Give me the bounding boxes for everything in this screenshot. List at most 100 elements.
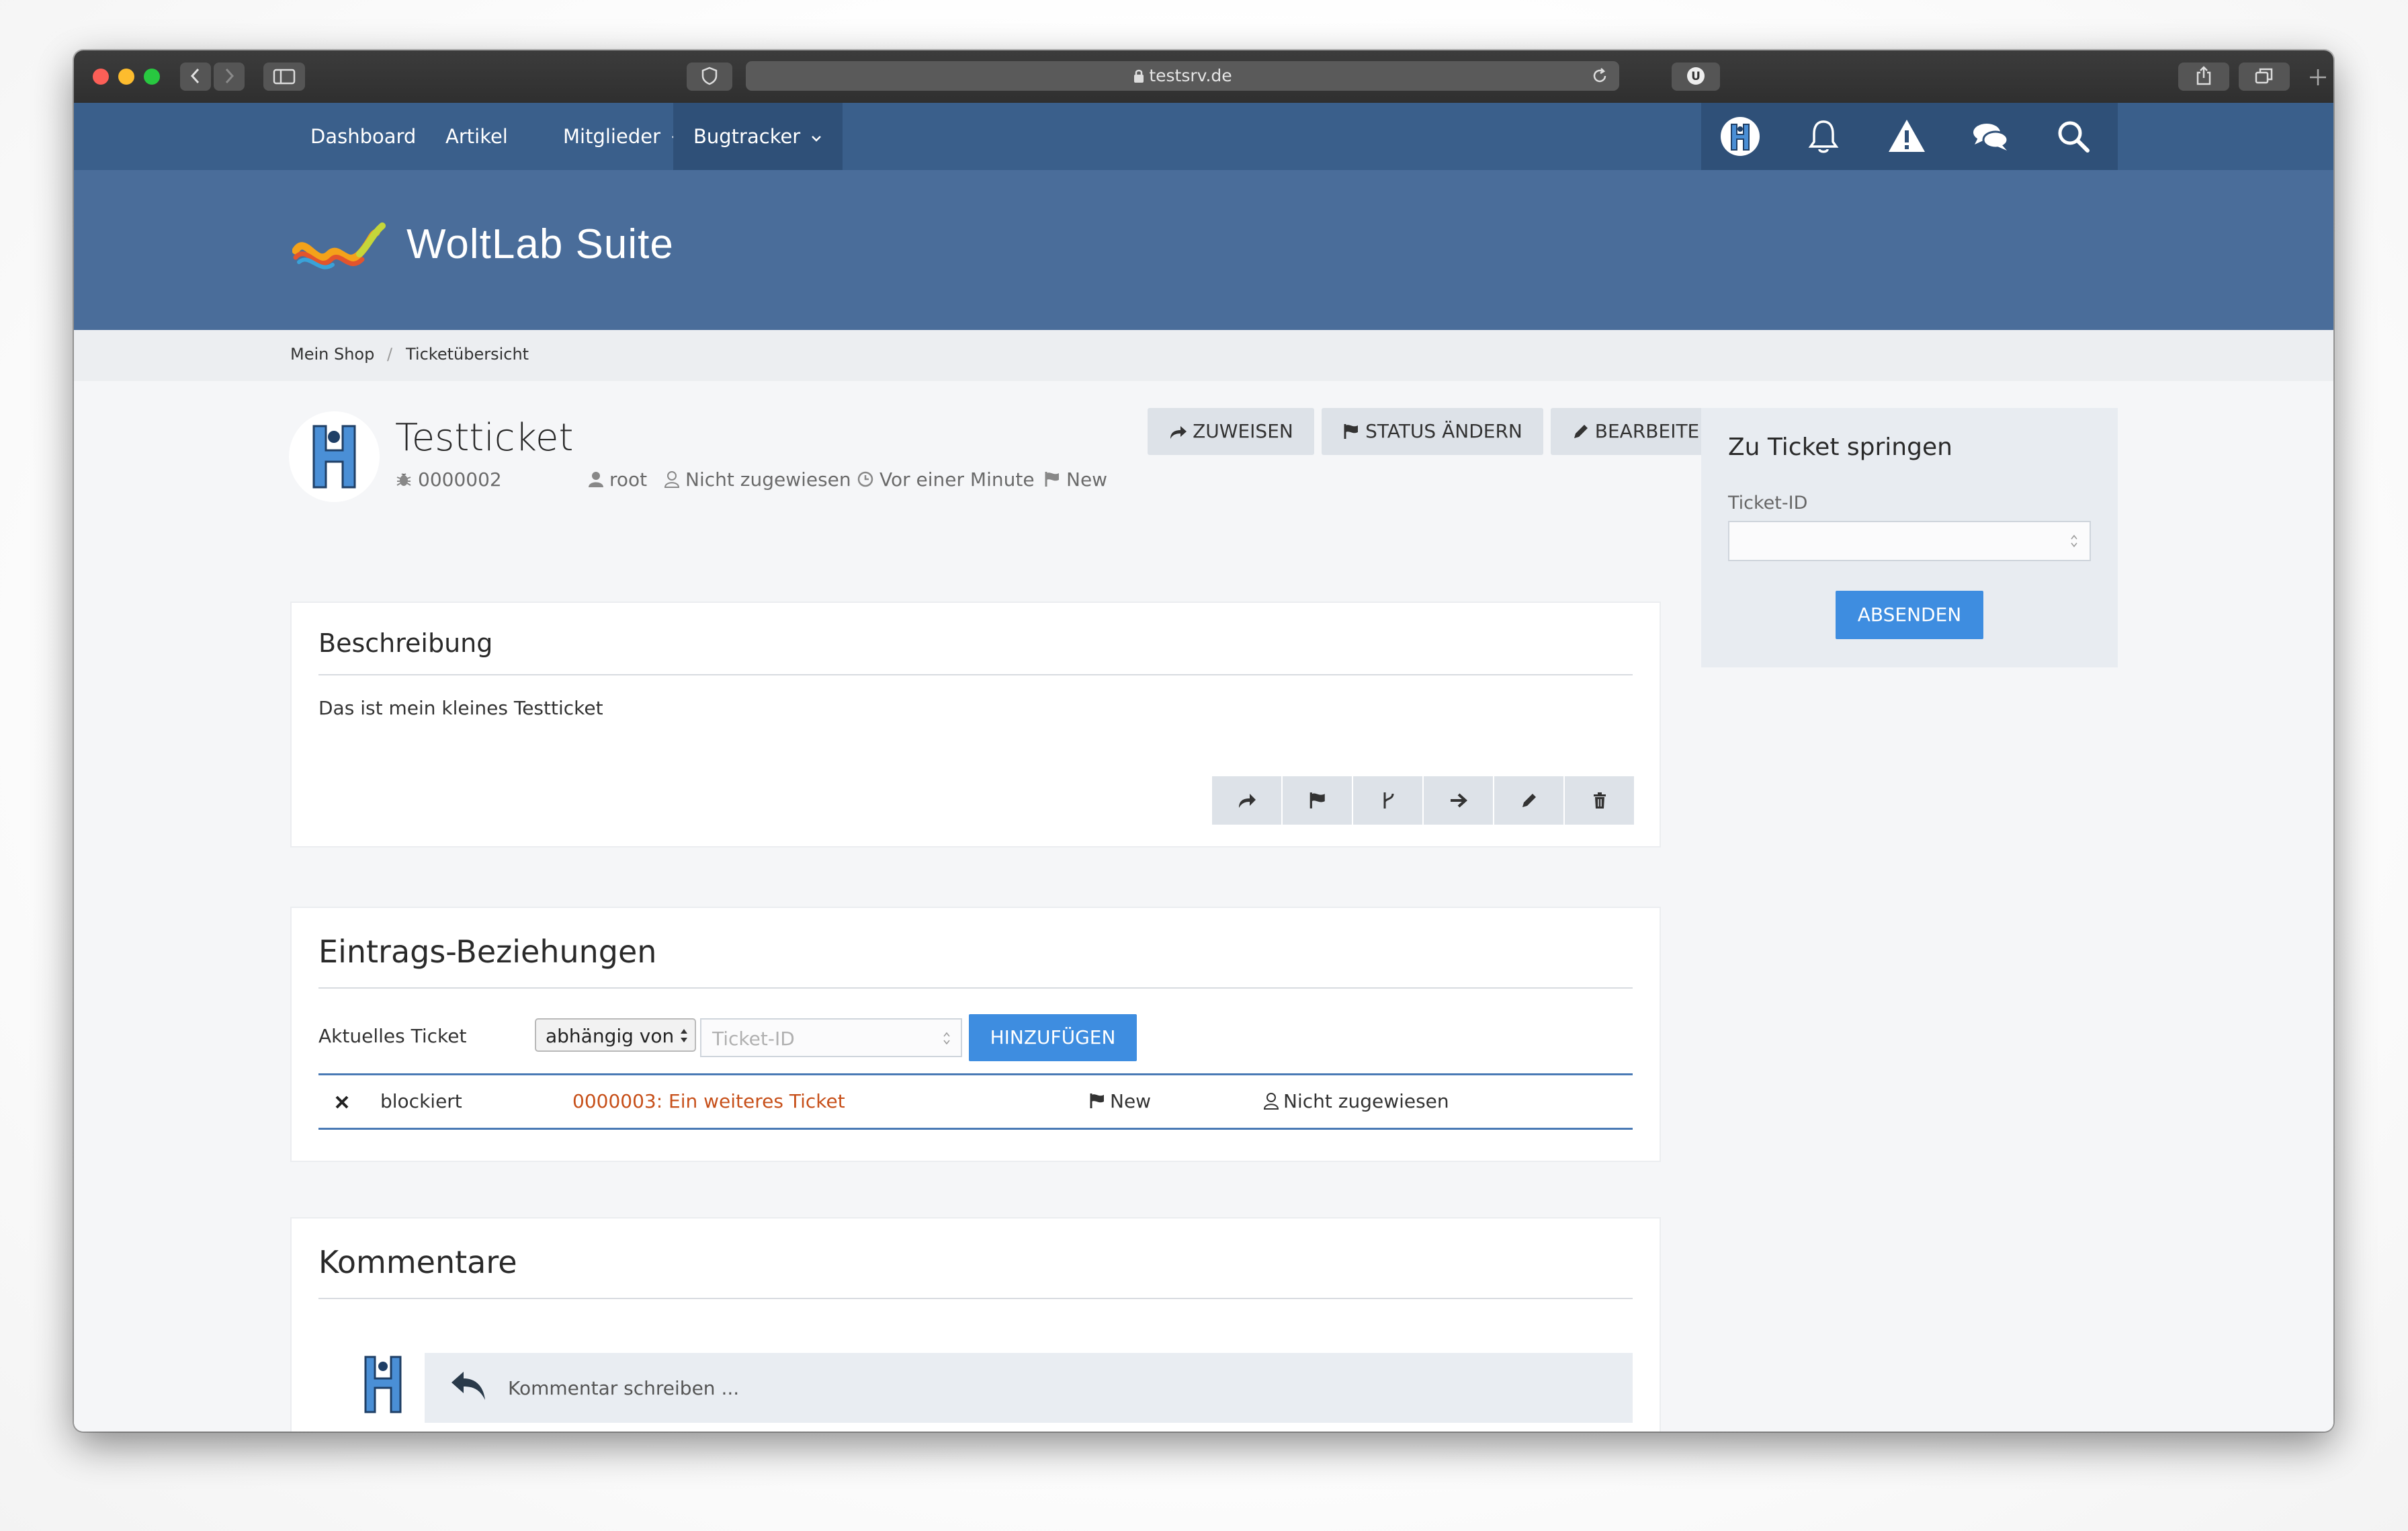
nav-item-label: Artikel — [445, 125, 508, 148]
chevron-right-icon — [225, 68, 234, 84]
tabs-icon — [2255, 68, 2273, 84]
ticket-id-input[interactable] — [1728, 521, 2091, 561]
share-arrow-icon — [1170, 426, 1187, 439]
related-ticket-link[interactable]: 0000003: Ein weiteres Ticket — [572, 1090, 845, 1112]
chevron-down-icon — [812, 136, 822, 142]
divider — [318, 987, 1633, 989]
delete-button[interactable] — [1565, 776, 1634, 825]
user-outline-icon — [664, 471, 680, 488]
share-button[interactable] — [1212, 776, 1281, 825]
share-icon — [2196, 66, 2211, 85]
close-window-button[interactable] — [93, 69, 109, 85]
table-row: blockiert 0000003: Ein weiteres Ticket N… — [318, 1075, 1633, 1128]
breadcrumb-separator: / — [387, 345, 393, 364]
trash-icon — [1593, 792, 1606, 809]
lock-icon — [1134, 69, 1144, 83]
page-title: Testticket — [395, 416, 574, 460]
bug-icon — [396, 473, 411, 486]
submit-button[interactable]: ABSENDEN — [1836, 591, 1983, 639]
avatar[interactable] — [289, 411, 380, 502]
comment-placeholder: Kommentar schreiben ... — [508, 1377, 740, 1399]
zoom-window-button[interactable] — [144, 69, 160, 85]
address-bar[interactable]: testsrv.de — [746, 61, 1619, 91]
nav-item-dashboard[interactable]: Dashboard — [290, 103, 436, 170]
browser-titlebar: testsrv.de U — [74, 50, 2333, 104]
minimize-window-button[interactable] — [118, 69, 134, 85]
remove-relation-icon[interactable] — [335, 1095, 349, 1110]
ticket-status: New — [1043, 468, 1107, 491]
stepper-icon — [2071, 534, 2077, 548]
browser-window: testsrv.de U Dashboard Artikel Mitgliede… — [74, 50, 2333, 1432]
nav-item-label: Mitglieder — [563, 125, 660, 148]
forward-button[interactable] — [214, 63, 245, 91]
nav-item-bugtracker[interactable]: Bugtracker — [673, 103, 843, 170]
user-panel — [1701, 103, 2118, 170]
branch-button[interactable] — [1353, 776, 1422, 825]
woltlab-logo-icon — [292, 222, 386, 270]
user-icon — [589, 472, 603, 487]
brand-name: WoltLab Suite — [406, 221, 674, 267]
warning-icon[interactable] — [1887, 116, 1927, 157]
description-section: Beschreibung Das ist mein kleines Testti… — [290, 602, 1661, 847]
relation-type-cell: blockiert — [380, 1090, 462, 1112]
related-ticket-status: New — [1088, 1090, 1151, 1112]
flag-button[interactable] — [1283, 776, 1352, 825]
current-ticket-label: Aktuelles Ticket — [318, 1025, 467, 1047]
main-content: Testticket 0000002 root Nicht zugewiesen… — [74, 381, 2333, 1432]
chevron-left-icon — [190, 68, 200, 84]
relation-ticket-id-placeholder: Ticket-ID — [712, 1028, 795, 1050]
chat-icon[interactable] — [1970, 116, 2010, 157]
comment-input[interactable]: Kommentar schreiben ... — [425, 1353, 1633, 1423]
tabs-overview-button[interactable] — [2239, 63, 2290, 91]
description-heading: Beschreibung — [318, 628, 493, 658]
breadcrumb-item-shop[interactable]: Mein Shop — [290, 345, 374, 364]
logo[interactable]: WoltLab Suite — [292, 220, 830, 281]
sidebar-heading: Zu Ticket springen — [1728, 433, 1952, 461]
page-header: WoltLab Suite — [74, 170, 2333, 330]
relation-ticket-id-input[interactable]: Ticket-ID — [700, 1018, 962, 1057]
ticket-id-label: Ticket-ID — [1728, 493, 1808, 513]
reload-icon[interactable] — [1591, 67, 1608, 85]
bell-icon[interactable] — [1803, 116, 1844, 157]
flag-icon — [1309, 792, 1325, 809]
user-avatar-icon[interactable] — [1720, 116, 1760, 157]
ticket-assignee: Nicht zugewiesen — [664, 468, 851, 491]
branch-icon — [1383, 792, 1393, 809]
related-ticket-assignee: Nicht zugewiesen — [1263, 1090, 1449, 1112]
relation-type-value: abhängig von — [546, 1025, 675, 1047]
comments-heading: Kommentare — [318, 1244, 517, 1280]
ticket-author[interactable]: root — [588, 468, 647, 491]
url-text: testsrv.de — [1149, 66, 1232, 85]
assign-button[interactable]: ZUWEISEN — [1148, 408, 1314, 455]
jump-to-ticket-panel: Zu Ticket springen Ticket-ID ABSENDEN — [1701, 408, 2118, 667]
pencil-icon — [1574, 425, 1588, 438]
description-toolbar — [1212, 776, 1635, 825]
back-button[interactable] — [180, 63, 211, 91]
pencil-icon — [1522, 794, 1536, 807]
search-icon[interactable] — [2053, 116, 2094, 157]
description-text: Das ist mein kleines Testticket — [318, 697, 603, 719]
shield-icon — [701, 67, 718, 85]
plus-icon — [2310, 69, 2326, 85]
relation-type-select[interactable]: abhängig von — [535, 1018, 696, 1052]
arrow-right-icon — [1450, 793, 1467, 808]
share-button[interactable] — [2178, 63, 2229, 91]
clock-icon — [857, 471, 873, 487]
flag-icon — [1045, 472, 1059, 487]
user-avatar-icon — [312, 425, 356, 489]
change-status-button[interactable]: STATUS ÄNDERN — [1322, 408, 1543, 455]
new-tab-button[interactable] — [2306, 65, 2330, 89]
add-relation-button[interactable]: HINZUFÜGEN — [969, 1014, 1137, 1061]
extension-button[interactable]: U — [1672, 63, 1720, 91]
flag-icon — [1090, 1093, 1104, 1108]
user-outline-icon — [1263, 1093, 1279, 1110]
privacy-button[interactable] — [687, 63, 732, 91]
nav-item-label: Dashboard — [310, 125, 417, 148]
sidebar-icon — [273, 69, 296, 85]
sidebar-toggle-button[interactable] — [263, 63, 305, 91]
move-button[interactable] — [1424, 776, 1493, 825]
breadcrumb-item-ticket-overview[interactable]: Ticketübersicht — [406, 345, 529, 364]
edit-button[interactable] — [1494, 776, 1563, 825]
breadcrumb: Mein Shop / Ticketübersicht — [74, 330, 2333, 381]
nav-item-artikel[interactable]: Artikel — [425, 103, 528, 170]
